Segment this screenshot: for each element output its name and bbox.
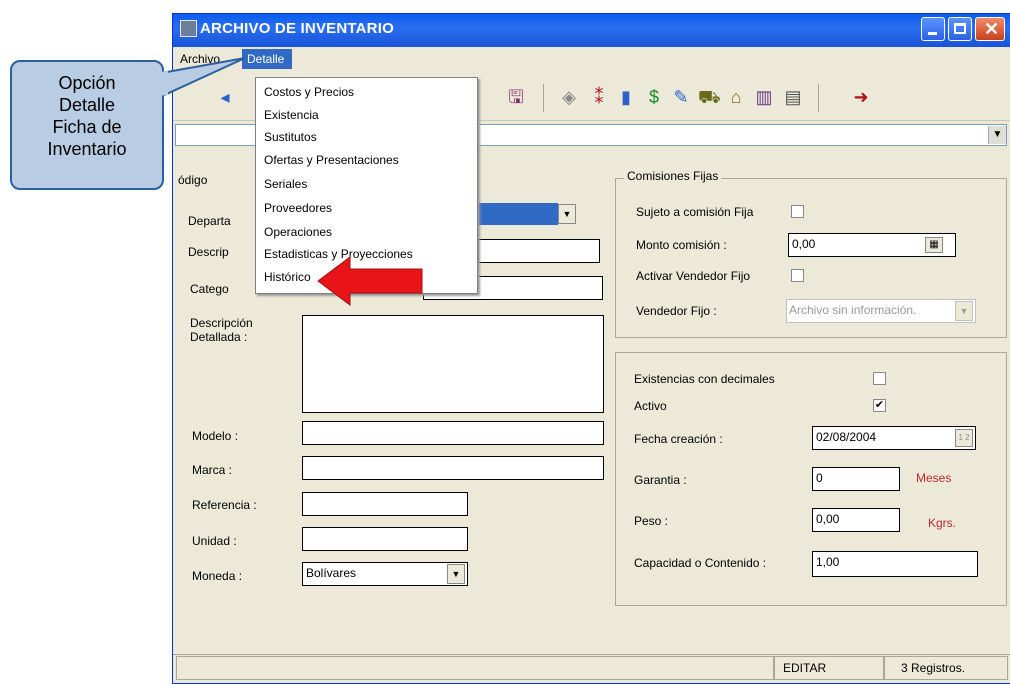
moneda-value: Bolívares xyxy=(306,566,357,580)
dollar-icon[interactable]: $ xyxy=(643,86,665,108)
menu-item-sustitutos[interactable]: Sustitutos xyxy=(264,130,317,144)
garantia-input[interactable] xyxy=(812,467,900,491)
existencias-checkbox[interactable] xyxy=(873,372,886,385)
toolbar-separator xyxy=(543,84,544,112)
modelo-input[interactable] xyxy=(302,421,604,445)
menu-item-seriales[interactable]: Seriales xyxy=(264,177,307,191)
garantia-unit: Meses xyxy=(916,471,952,485)
menu-item-proveedores[interactable]: Proveedores xyxy=(264,201,332,215)
peso-unit: Kgrs. xyxy=(928,516,957,530)
menu-item-historico[interactable]: Histórico xyxy=(264,270,311,284)
peso-value: 0,00 xyxy=(816,512,840,526)
descripcion-label: Descrip xyxy=(188,245,229,259)
grid-icon[interactable]: ⁑ xyxy=(588,86,610,108)
garantia-value: 0 xyxy=(816,471,823,485)
sujeto-label: Sujeto a comisión Fija xyxy=(636,205,754,219)
menu-item-existencia[interactable]: Existencia xyxy=(264,108,319,122)
save-icon[interactable]: 🖫 xyxy=(505,86,527,108)
chevron-down-icon[interactable]: ▼ xyxy=(558,204,576,224)
monto-value: 0,00 xyxy=(792,237,816,251)
activo-checkbox[interactable]: ✔ xyxy=(873,399,886,412)
chevron-down-icon[interactable]: ▼ xyxy=(988,126,1006,144)
referencia-label: Referencia : xyxy=(192,498,257,512)
calculator-icon[interactable]: ▦ xyxy=(925,237,943,253)
callout-line-2: Detalle xyxy=(58,95,116,115)
fecha-value: 02/08/2004 xyxy=(816,430,877,444)
minimize-icon xyxy=(928,32,937,35)
fecha-label: Fecha creación : xyxy=(634,432,723,446)
menu-item-ofertas[interactable]: Ofertas y Presentaciones xyxy=(264,153,399,167)
capacidad-label: Capacidad o Contenido : xyxy=(634,556,767,570)
warehouse-icon[interactable]: ⌂ xyxy=(725,86,747,108)
callout-line-3: Ficha de xyxy=(52,117,122,137)
chart-icon[interactable]: ▥ xyxy=(753,86,775,108)
stack-icon[interactable]: ▤ xyxy=(782,86,804,108)
app-icon xyxy=(180,20,197,37)
callout-line-4: Inventario xyxy=(47,139,127,159)
peso-label: Peso : xyxy=(634,514,669,528)
exit-icon[interactable]: ➜ xyxy=(850,86,872,108)
descripcion-detallada-label-1: Descripción xyxy=(190,316,253,330)
descripcion-input[interactable] xyxy=(478,239,600,263)
unidad-input[interactable] xyxy=(302,527,468,551)
categoria-label: Catego xyxy=(190,282,229,296)
modelo-label: Modelo : xyxy=(192,429,239,443)
calendar-icon[interactable]: 1 2 xyxy=(955,429,973,447)
callout-text: Opción Detalle Ficha de Inventario xyxy=(12,72,162,160)
chevron-down-icon[interactable]: ▼ xyxy=(447,564,465,584)
descripcion-detallada-label-2: Detallada : xyxy=(190,330,248,344)
menu-item-costos[interactable]: Costos y Precios xyxy=(264,85,354,99)
close-button[interactable]: ✕ xyxy=(975,17,1005,41)
referencia-input[interactable] xyxy=(302,492,468,516)
moneda-label: Moneda : xyxy=(192,569,243,583)
sujeto-checkbox[interactable] xyxy=(791,205,804,218)
callout-line-1: Opción xyxy=(58,73,116,93)
menu-item-operaciones[interactable]: Operaciones xyxy=(264,225,332,239)
codigo-label: ódigo xyxy=(178,173,208,187)
status-mode: EDITAR xyxy=(774,656,884,680)
existencias-label: Existencias con decimales xyxy=(634,372,775,386)
unidad-label: Unidad : xyxy=(192,534,237,548)
menu-bar xyxy=(173,47,1010,69)
close-icon: ✕ xyxy=(984,19,1000,39)
vendedor-value: Archivo sin información. xyxy=(789,303,917,317)
window-title: ARCHIVO DE INVENTARIO xyxy=(200,20,394,37)
departamento-label: Departa xyxy=(188,214,231,228)
cart-icon[interactable]: ⛟ xyxy=(698,86,721,108)
maximize-button[interactable] xyxy=(948,17,972,41)
departamento-select[interactable] xyxy=(478,203,558,225)
marca-input[interactable] xyxy=(302,456,604,480)
status-records: 3 Registros. xyxy=(884,656,1008,680)
tag-icon[interactable]: ◈ xyxy=(558,86,580,108)
comisiones-title: Comisiones Fijas xyxy=(624,169,722,183)
activar-label: Activar Vendedor Fijo xyxy=(636,269,751,283)
label-icon[interactable]: ✎ xyxy=(670,86,692,108)
activar-checkbox[interactable] xyxy=(791,269,804,282)
maximize-icon xyxy=(954,23,966,34)
activo-label: Activo xyxy=(634,399,667,413)
barcode-icon[interactable]: ▮ xyxy=(615,86,637,108)
chevron-down-icon[interactable]: ▼ xyxy=(955,301,973,321)
descripcion-detallada-textarea[interactable] xyxy=(302,315,604,413)
toolbar-separator xyxy=(818,84,819,112)
garantia-label: Garantia : xyxy=(634,473,687,487)
red-arrow-icon xyxy=(317,256,423,306)
monto-label: Monto comisión : xyxy=(636,238,727,252)
minimize-button[interactable] xyxy=(921,17,945,41)
capacidad-value: 1,00 xyxy=(816,555,840,569)
status-cell-empty xyxy=(176,656,774,680)
vendedor-label: Vendedor Fijo : xyxy=(636,304,717,318)
marca-label: Marca : xyxy=(192,463,233,477)
